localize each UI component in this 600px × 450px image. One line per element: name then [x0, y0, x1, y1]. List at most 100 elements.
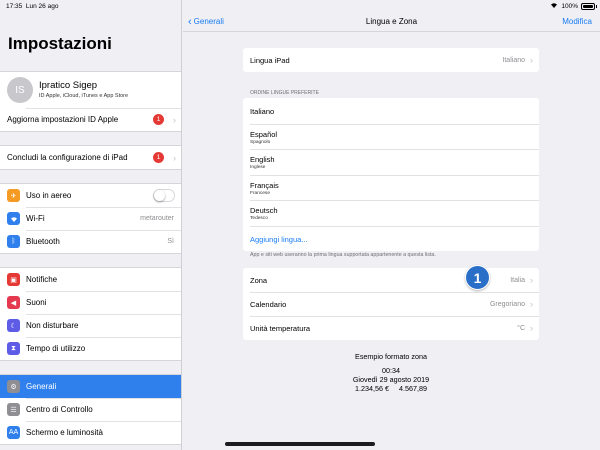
step-callout-badge: 1: [465, 265, 490, 290]
hourglass-icon: ⧗: [7, 342, 20, 355]
format-example-date: Giovedì 29 agosto 2019: [352, 375, 430, 384]
sidebar-item-dnd[interactable]: ☾ Non disturbare: [0, 314, 181, 337]
apple-id-update-label: Aggiorna impostazioni ID Apple: [7, 115, 119, 124]
sidebar-item-display[interactable]: AA Schermo e luminosità: [0, 421, 181, 444]
language-translation: Spagnolo: [250, 139, 271, 145]
chevron-right-icon: ›: [173, 152, 176, 163]
speaker-icon: ◀: [7, 296, 20, 309]
language-name: Français: [250, 180, 279, 190]
sidebar-item-label: Non disturbare: [26, 321, 79, 330]
profile-group: IS Ipratico Sigep ID Apple, iCloud, iTun…: [0, 71, 181, 132]
general-group: ⚙ Generali ☰ Centro di Controllo AA Sche…: [0, 374, 181, 445]
apple-id-profile[interactable]: IS Ipratico Sigep ID Apple, iCloud, iTun…: [0, 72, 181, 108]
sidebar-item-sounds[interactable]: ◀ Suoni: [0, 291, 181, 314]
chevron-right-icon: ›: [173, 114, 176, 125]
format-example-title: Esempio formato zona: [355, 352, 427, 361]
page-title: Lingua e Zona: [365, 17, 418, 26]
sidebar-item-notifications[interactable]: ▣ Notifiche: [0, 268, 181, 291]
gear-icon: ⚙: [7, 380, 20, 393]
add-language-button[interactable]: Aggiungi lingua...: [243, 225, 539, 252]
edit-button[interactable]: Modifica: [562, 17, 592, 26]
language-footnote: App e siti web useranno la prima lingua …: [250, 252, 436, 258]
sidebar-item-label: Notifiche: [26, 275, 58, 284]
language-row[interactable]: English Inglese: [243, 149, 539, 175]
format-example-time: 00:34: [382, 366, 400, 375]
airplane-toggle[interactable]: [153, 189, 175, 202]
ipad-language-label: Lingua iPad: [250, 55, 290, 65]
connectivity-group: ✈ Uso in aereo Wi-Fi metarouter ᛒ Blueto…: [0, 183, 181, 254]
language-row[interactable]: Italiano: [243, 98, 539, 124]
language-row[interactable]: Français Francese: [243, 174, 539, 201]
sidebar-item-label: Schermo e luminosità: [26, 428, 103, 437]
calendar-label: Calendario: [250, 299, 287, 309]
sidebar-item-control-center[interactable]: ☰ Centro di Controllo: [0, 398, 181, 421]
sidebar-item-label: Suoni: [26, 298, 47, 307]
temperature-unit-row[interactable]: Unità temperatura °C ›: [243, 316, 539, 340]
ipad-language-card: Lingua iPad Italiano ›: [243, 48, 539, 72]
bluetooth-icon: ᛒ: [7, 235, 20, 248]
region-value: Italia: [510, 276, 525, 284]
status-right: 100%: [550, 2, 597, 10]
add-language-label: Aggiungi lingua...: [250, 234, 308, 244]
sidebar-item-screen-time[interactable]: ⧗ Tempo di utilizzo: [0, 337, 181, 360]
apple-id-update-row[interactable]: Aggiorna impostazioni ID Apple 1 ›: [0, 108, 181, 131]
calendar-row[interactable]: Calendario Gregoriano ›: [243, 292, 539, 316]
language-translation: Inglese: [250, 165, 266, 170]
language-name: English: [250, 155, 275, 164]
sidebar-item-general[interactable]: ⚙ Generali: [0, 375, 181, 398]
chevron-right-icon: ›: [530, 299, 533, 309]
notifications-icon: ▣: [7, 273, 20, 286]
profile-name: Ipratico Sigep: [39, 80, 98, 91]
sidebar-item-label: Bluetooth: [26, 237, 60, 246]
finish-setup-label: Concludi la configurazione di iPad: [7, 153, 128, 162]
notification-badge: 1: [153, 152, 164, 163]
temperature-unit-label: Unità temperatura: [250, 323, 311, 333]
sidebar-item-airplane[interactable]: ✈ Uso in aereo: [0, 184, 181, 207]
status-bar: 17:35 Lun 26 ago 100%: [0, 0, 600, 12]
status-time-date: 17:35 Lun 26 ago: [6, 3, 59, 10]
sidebar-item-label: Generali: [26, 382, 57, 391]
chevron-right-icon: ›: [530, 55, 533, 65]
preferred-languages-header: ORDINE LINGUE PREFERITE: [250, 90, 319, 96]
language-row[interactable]: Español Spagnolo: [243, 123, 539, 150]
language-region-pane: ‹ Generali Lingua e Zona Modifica Lingua…: [183, 0, 600, 450]
home-indicator[interactable]: [225, 442, 375, 446]
profile-subtitle: ID Apple, iCloud, iTunes e App Store: [39, 93, 129, 99]
notification-badge: 1: [153, 114, 164, 125]
moon-icon: ☾: [7, 319, 20, 332]
setup-group: Concludi la configurazione di iPad 1 ›: [0, 145, 181, 170]
notifications-group: ▣ Notifiche ◀ Suoni ☾ Non disturbare ⧗ T…: [0, 267, 181, 361]
sidebar-item-bluetooth[interactable]: ᛒ Bluetooth Sì: [0, 230, 181, 253]
wifi-icon: [7, 212, 20, 225]
switches-icon: ☰: [7, 403, 20, 416]
finish-setup-row[interactable]: Concludi la configurazione di iPad 1 ›: [0, 146, 181, 169]
avatar: IS: [7, 77, 33, 103]
battery-icon: [581, 2, 597, 10]
bluetooth-value: Sì: [167, 238, 174, 245]
format-example-currency: 1.234,56 €: [355, 384, 389, 393]
display-icon: AA: [7, 426, 20, 439]
battery-percent: 100%: [561, 2, 578, 10]
region-label: Zona: [250, 275, 268, 285]
language-row[interactable]: Deutsch Tedesco: [243, 200, 539, 226]
navigation-bar: ‹ Generali Lingua e Zona Modifica: [183, 12, 600, 32]
temperature-unit-value: °C: [517, 324, 525, 332]
region-row[interactable]: Zona Italia ›: [243, 268, 539, 292]
calendar-value: Gregoriano: [489, 300, 525, 308]
format-example-number: 4.567,89: [399, 384, 427, 393]
region-card: Zona Italia › Calendario Gregoriano › Un…: [243, 268, 539, 340]
language-translation: Francese: [250, 190, 270, 196]
language-name: Español: [250, 129, 278, 139]
sidebar-item-wifi[interactable]: Wi-Fi metarouter: [0, 207, 181, 230]
ipad-language-row[interactable]: Lingua iPad Italiano ›: [243, 48, 539, 72]
sidebar-item-label: Wi-Fi: [26, 214, 45, 223]
sidebar-item-label: Uso in aereo: [26, 191, 72, 200]
airplane-icon: ✈: [7, 189, 20, 202]
wifi-network-value: metarouter: [140, 215, 174, 222]
ipad-language-value: Italiano: [502, 56, 525, 64]
preferred-languages-card: Italiano Español Spagnolo English Ingles…: [243, 98, 539, 251]
format-example-numbers: 1.234,56 € 4.567,89: [243, 384, 539, 393]
settings-sidebar: Impostazioni IS Ipratico Sigep ID Apple,…: [0, 0, 182, 450]
chevron-right-icon: ›: [530, 275, 533, 285]
sidebar-item-label: Tempo di utilizzo: [26, 344, 86, 353]
